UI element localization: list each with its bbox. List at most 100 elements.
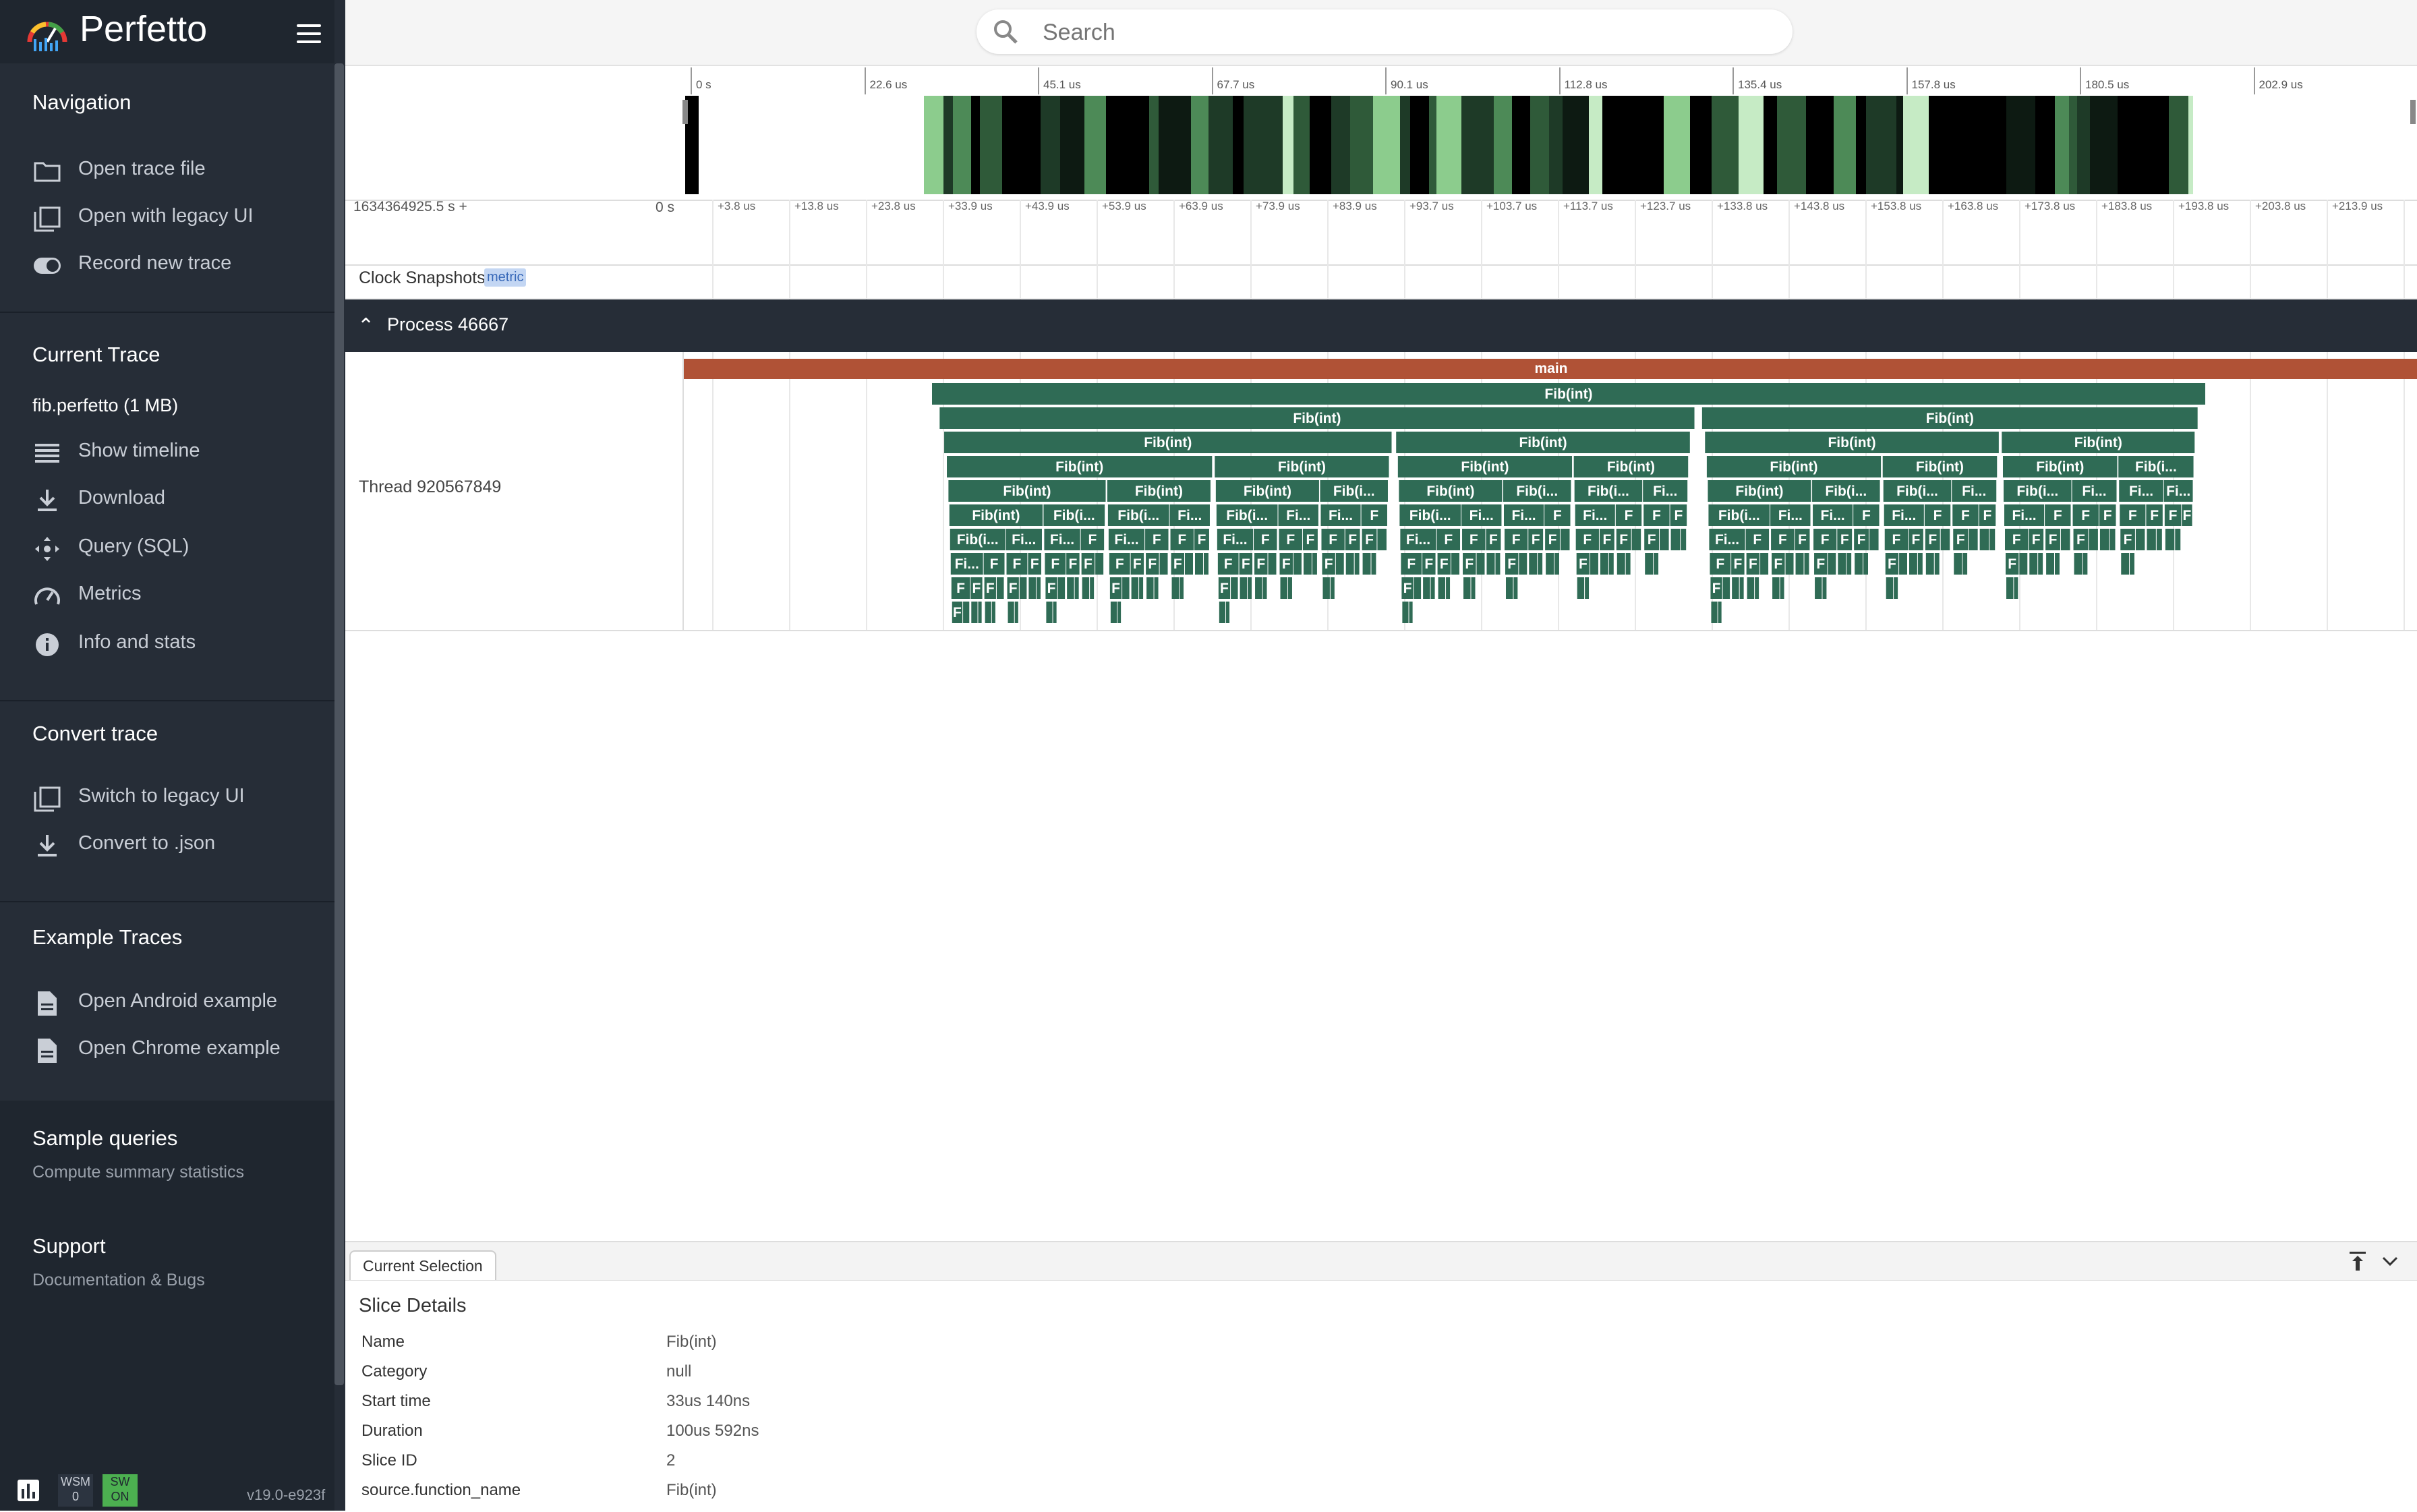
slice[interactable] [1255, 577, 1262, 599]
slice[interactable]: Fi... [1400, 529, 1436, 550]
slice[interactable] [1268, 553, 1277, 575]
slice[interactable] [1846, 553, 1852, 575]
slice[interactable]: Fi... [1320, 504, 1361, 526]
slice[interactable] [2006, 577, 2014, 599]
slice[interactable] [1869, 529, 1879, 550]
slice[interactable] [1495, 553, 1501, 575]
slice[interactable]: F [1066, 553, 1080, 575]
slice[interactable]: Fib(i... [1320, 480, 1388, 502]
slice[interactable] [996, 577, 1004, 599]
slice[interactable]: F [2072, 504, 2099, 526]
slice[interactable] [1430, 577, 1435, 599]
slice[interactable]: F [1109, 553, 1130, 575]
slice[interactable] [1917, 553, 1923, 575]
slice[interactable]: Fib(i... [1107, 504, 1169, 526]
slice[interactable] [1590, 553, 1598, 575]
slice[interactable]: F [1437, 553, 1451, 575]
slice[interactable] [1608, 553, 1614, 575]
slice[interactable] [1067, 577, 1074, 599]
nav-convert-json[interactable]: Convert to .json [32, 824, 329, 865]
slice[interactable]: F [1345, 529, 1360, 550]
slice[interactable] [1287, 577, 1292, 599]
slice[interactable]: F [1322, 553, 1335, 575]
slice[interactable]: F [1217, 553, 1239, 575]
slice[interactable] [1159, 553, 1168, 575]
slice[interactable]: F [1109, 577, 1122, 599]
slice[interactable] [1940, 529, 1950, 550]
slice[interactable]: Fib(int) [944, 432, 1392, 453]
slice[interactable] [1631, 529, 1641, 550]
slice[interactable]: Fi... [1461, 504, 1502, 526]
slice[interactable]: F [2182, 504, 2192, 526]
slice[interactable] [985, 602, 991, 623]
slice[interactable] [1280, 577, 1287, 599]
slice[interactable]: Fib(int) [1706, 456, 1882, 477]
slice[interactable]: Fi... [1770, 504, 1811, 526]
chevron-down-icon[interactable] [2378, 1249, 2402, 1273]
slice[interactable]: Fib(i... [2004, 480, 2072, 502]
menu-icon[interactable] [297, 24, 321, 43]
nav-open-chrome-example[interactable]: Open Chrome example [32, 1029, 329, 1070]
slice[interactable] [1414, 577, 1422, 599]
slice[interactable] [1180, 577, 1184, 599]
slice[interactable] [1519, 553, 1527, 575]
slice[interactable] [1219, 602, 1225, 623]
slice[interactable]: F [1814, 553, 1828, 575]
slice[interactable]: Fib(int) [1882, 456, 1998, 477]
slice[interactable]: F [1080, 529, 1105, 550]
slice[interactable] [1486, 553, 1495, 575]
slice[interactable]: Fib(i... [1216, 504, 1278, 526]
slice[interactable] [1131, 577, 1139, 599]
slice[interactable]: F [1401, 553, 1422, 575]
slice[interactable]: F [1884, 529, 1908, 550]
slice[interactable] [1894, 577, 1898, 599]
slice[interactable]: F [1615, 504, 1642, 526]
slice[interactable]: F [1745, 529, 1770, 550]
slice[interactable] [2130, 553, 2134, 575]
slice[interactable] [2074, 553, 2083, 575]
slice[interactable]: F [2120, 529, 2135, 550]
slice[interactable]: F [1545, 529, 1560, 550]
slice[interactable] [1110, 602, 1117, 623]
slice[interactable]: Fi... [2004, 504, 2045, 526]
slice[interactable]: F [1239, 553, 1253, 575]
slice[interactable]: Fib(i... [1708, 504, 1770, 526]
slice[interactable]: F [1853, 504, 1880, 526]
slice[interactable] [1747, 577, 1755, 599]
overview-drag-handle[interactable] [682, 100, 688, 124]
slice[interactable] [971, 602, 978, 623]
slice[interactable]: F [1710, 577, 1722, 599]
nav-open-trace-file[interactable]: Open trace file [32, 150, 329, 190]
slice[interactable] [1330, 577, 1335, 599]
slice[interactable] [1600, 553, 1608, 575]
slice[interactable]: F [2006, 553, 2019, 575]
slice[interactable]: F [2045, 504, 2071, 526]
slice[interactable]: F [984, 577, 996, 599]
slice[interactable] [1036, 577, 1041, 599]
slice[interactable]: F [1670, 504, 1687, 526]
nav-record-new-trace[interactable]: Record new trace [32, 244, 329, 285]
slice[interactable] [1446, 577, 1451, 599]
slice[interactable]: Fib(i... [1503, 480, 1571, 502]
slice[interactable] [1969, 529, 1978, 550]
slice[interactable] [1660, 529, 1669, 550]
slice[interactable]: F [1643, 504, 1670, 526]
slice[interactable]: Fi... [1504, 504, 1544, 526]
slice[interactable]: F [1528, 529, 1544, 550]
slice[interactable] [1293, 553, 1302, 575]
slice[interactable] [1146, 577, 1154, 599]
section-title-support[interactable]: Support [32, 1234, 106, 1258]
slice[interactable]: F [1795, 529, 1810, 550]
slice[interactable]: F [1952, 504, 1979, 526]
slice[interactable]: F [1279, 553, 1293, 575]
slice[interactable] [2156, 529, 2162, 550]
slice[interactable] [1377, 529, 1387, 550]
slice[interactable] [978, 602, 982, 623]
slice[interactable] [2046, 553, 2055, 575]
slice[interactable]: F [2164, 504, 2182, 526]
flamegraph-slices[interactable]: mainFib(int)Fib(int)Fib(int)Fib(int)Fib(… [682, 352, 2417, 630]
slice[interactable] [1899, 553, 1907, 575]
slice[interactable] [1028, 577, 1036, 599]
slice[interactable] [1513, 577, 1518, 599]
slice[interactable]: F [1463, 553, 1476, 575]
